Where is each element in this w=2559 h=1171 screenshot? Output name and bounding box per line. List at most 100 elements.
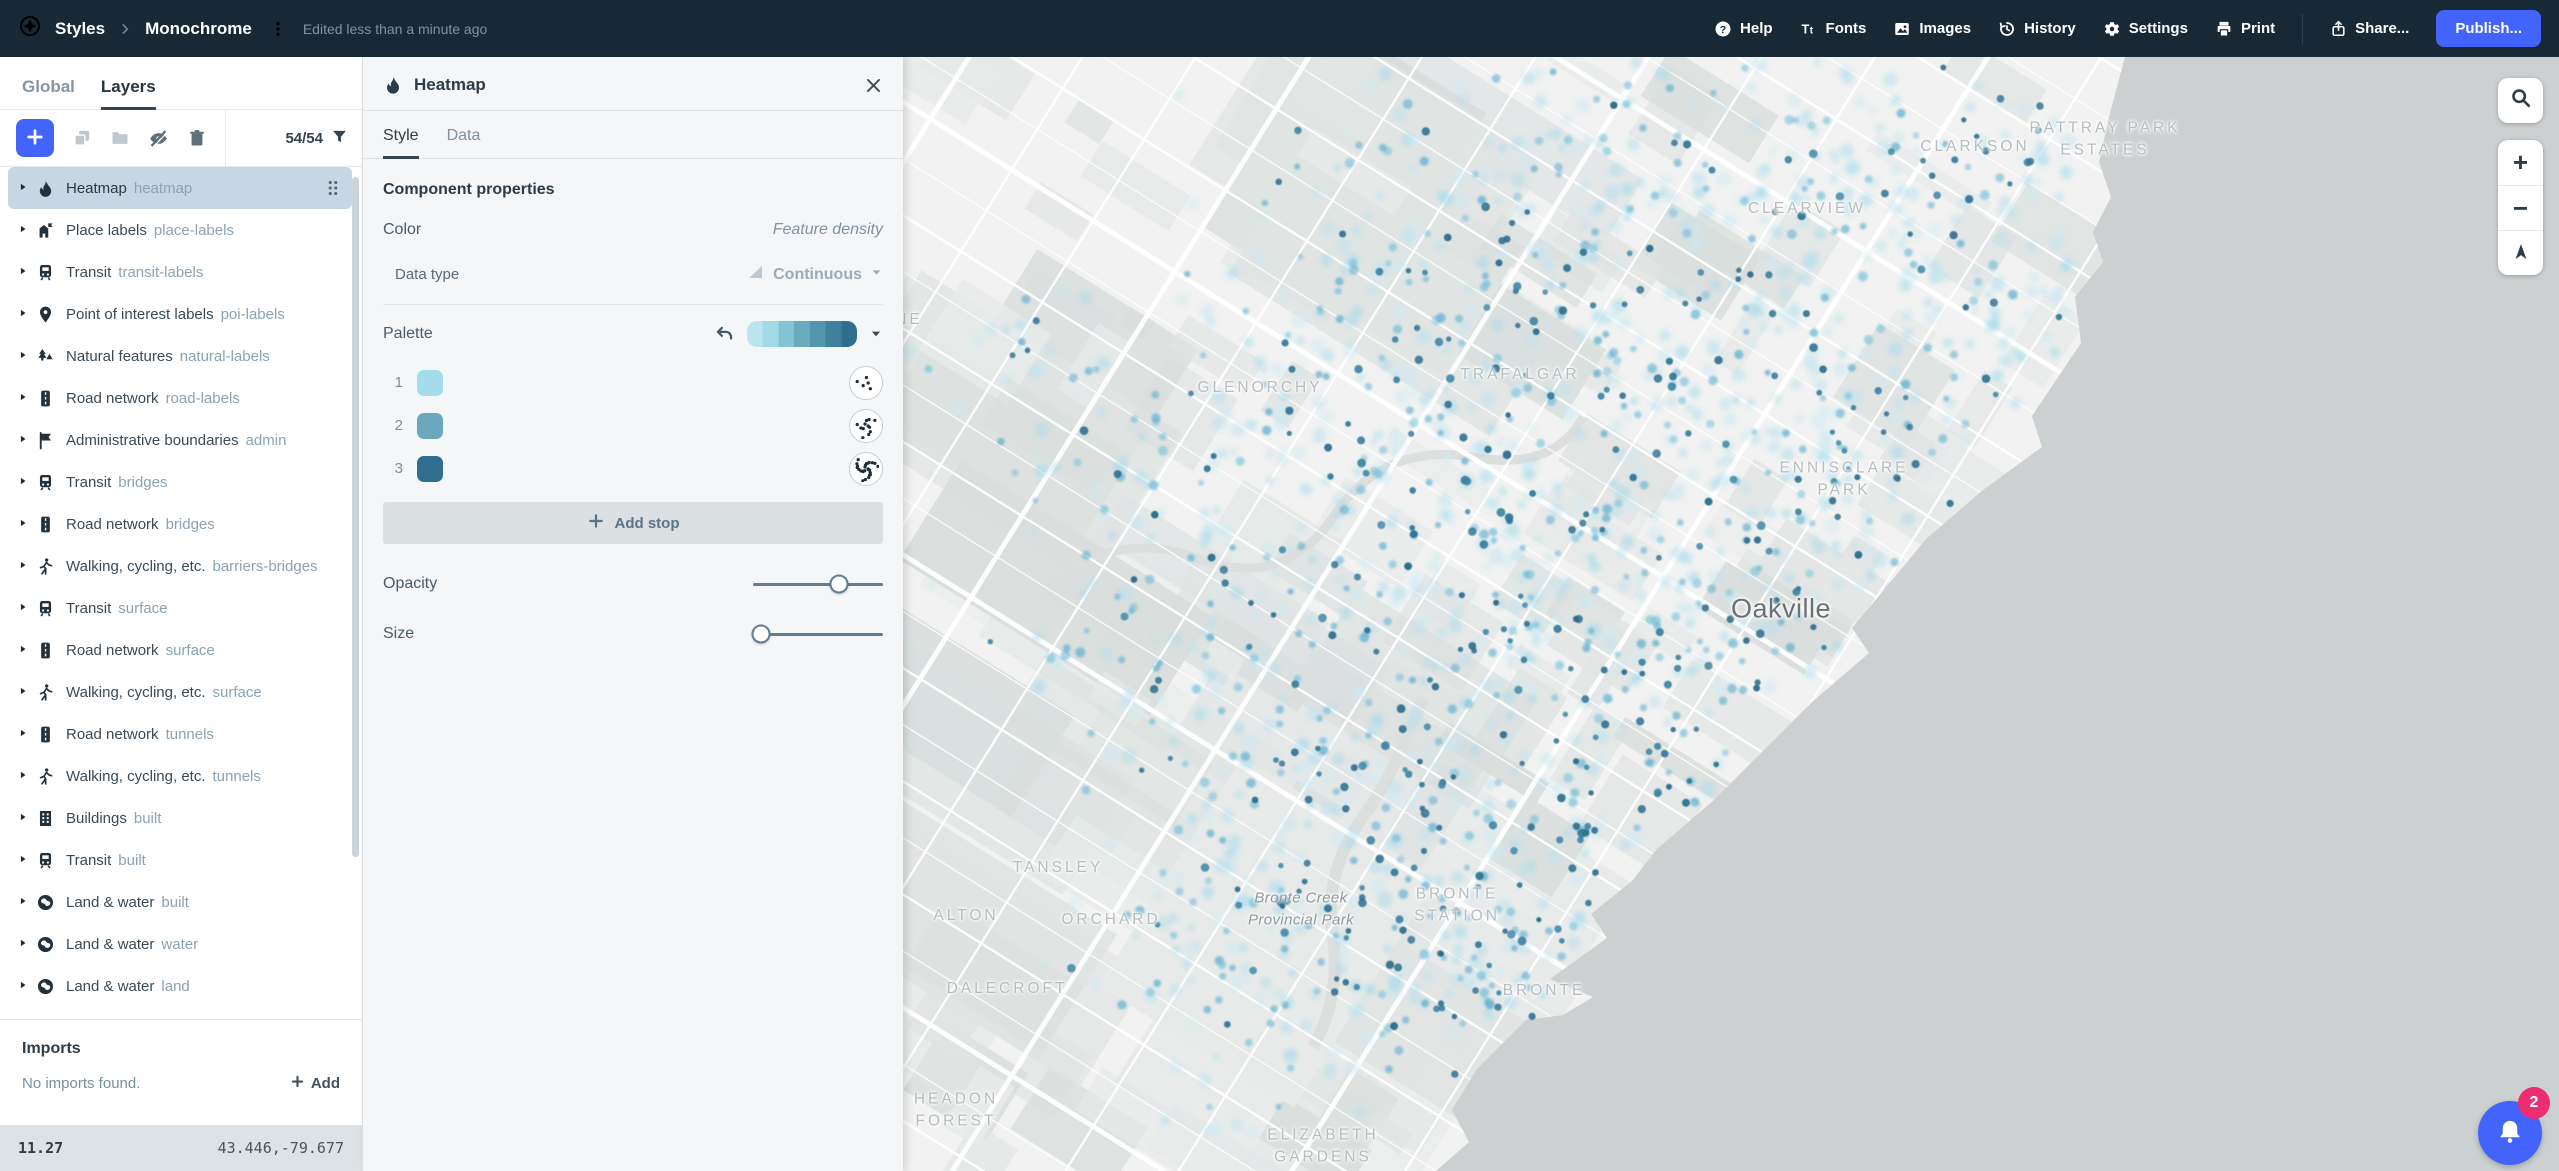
publish-button[interactable]: Publish... bbox=[2436, 10, 2541, 47]
natural-icon bbox=[36, 347, 66, 366]
layer-row-poi-labels[interactable]: Point of interest labelspoi-labels bbox=[8, 293, 352, 335]
zoom-out-button[interactable]: − bbox=[2498, 185, 2543, 230]
expand-caret-icon[interactable] bbox=[18, 896, 36, 909]
globe-icon bbox=[36, 977, 66, 996]
settings-menu-item[interactable]: Settings bbox=[2103, 20, 2188, 38]
tab-style[interactable]: Style bbox=[383, 127, 419, 158]
mapbox-logo-icon[interactable] bbox=[18, 14, 42, 43]
filter-funnel-icon[interactable] bbox=[331, 128, 348, 149]
breadcrumb-styles[interactable]: Styles bbox=[55, 19, 105, 39]
add-layer-button[interactable] bbox=[16, 119, 54, 157]
expand-caret-icon[interactable] bbox=[18, 938, 36, 951]
history-menu-item[interactable]: History bbox=[1998, 20, 2076, 38]
delete-layer-trash-icon[interactable] bbox=[187, 128, 207, 148]
drag-handle-icon[interactable] bbox=[322, 177, 344, 199]
breadcrumb-style-name[interactable]: Monochrome bbox=[145, 19, 252, 39]
stop-color-swatch[interactable] bbox=[417, 370, 443, 396]
layer-row-built[interactable]: Land & waterbuilt bbox=[8, 881, 352, 923]
data-type-dropdown[interactable]: Continuous bbox=[747, 263, 883, 286]
chevron-down-icon bbox=[870, 266, 883, 284]
notifications-bell-button[interactable]: 2 bbox=[2478, 1101, 2542, 1165]
layer-id: surface bbox=[118, 600, 167, 617]
expand-caret-icon[interactable] bbox=[18, 728, 36, 741]
expand-caret-icon[interactable] bbox=[18, 770, 36, 783]
close-icon[interactable] bbox=[864, 76, 883, 95]
layer-row-barriers-bridges[interactable]: Walking, cycling, etc.barriers-bridges bbox=[8, 545, 352, 587]
layer-row-bridges[interactable]: Transitbridges bbox=[8, 461, 352, 503]
expand-caret-icon[interactable] bbox=[18, 602, 36, 615]
group-layers-folder-icon[interactable] bbox=[110, 128, 130, 148]
breadcrumb: Styles Monochrome bbox=[18, 14, 287, 43]
compass-button[interactable] bbox=[2498, 230, 2543, 275]
density-preview-icon[interactable] bbox=[849, 452, 883, 486]
layer-row-tunnels[interactable]: Road networktunnels bbox=[8, 713, 352, 755]
tab-global[interactable]: Global bbox=[22, 77, 75, 109]
panel-title: Heatmap bbox=[414, 75, 853, 95]
layer-row-surface[interactable]: Road networksurface bbox=[8, 629, 352, 671]
expand-caret-icon[interactable] bbox=[18, 392, 36, 405]
layer-row-place-labels[interactable]: Place labelsplace-labels bbox=[8, 209, 352, 251]
layer-row-transit-labels[interactable]: Transittransit-labels bbox=[8, 251, 352, 293]
tab-layers[interactable]: Layers bbox=[101, 77, 156, 109]
expand-caret-icon[interactable] bbox=[18, 518, 36, 531]
add-stop-button[interactable]: Add stop bbox=[383, 502, 883, 544]
layers-sidebar: Global Layers 54/54 HeatmapheatmapPl bbox=[0, 57, 363, 1171]
help-menu-item[interactable]: ?Help bbox=[1714, 20, 1773, 38]
layer-row-road-labels[interactable]: Road networkroad-labels bbox=[8, 377, 352, 419]
stop-color-swatch[interactable] bbox=[417, 456, 443, 482]
map-search-button[interactable] bbox=[2498, 78, 2543, 123]
density-preview-icon[interactable] bbox=[849, 366, 883, 400]
hide-layer-eye-off-icon[interactable] bbox=[148, 128, 169, 149]
layer-name: Heatmap bbox=[66, 180, 127, 197]
layer-row-land[interactable]: Land & waterland bbox=[8, 965, 352, 1007]
expand-caret-icon[interactable] bbox=[18, 644, 36, 657]
images-menu-item[interactable]: Images bbox=[1893, 20, 1971, 38]
layer-row-water[interactable]: Land & waterwater bbox=[8, 923, 352, 965]
opacity-slider-handle[interactable] bbox=[829, 575, 848, 594]
layer-row-tunnels[interactable]: Walking, cycling, etc.tunnels bbox=[8, 755, 352, 797]
size-slider-handle[interactable] bbox=[751, 625, 770, 644]
tab-data[interactable]: Data bbox=[447, 127, 481, 158]
add-import-button[interactable]: Add bbox=[290, 1074, 340, 1093]
layer-row-natural-labels[interactable]: Natural featuresnatural-labels bbox=[8, 335, 352, 377]
layer-row-built[interactable]: Transitbuilt bbox=[8, 839, 352, 881]
expand-caret-icon[interactable] bbox=[18, 434, 36, 447]
layer-row-built[interactable]: Buildingsbuilt bbox=[8, 797, 352, 839]
print-menu-item[interactable]: Print bbox=[2215, 20, 2275, 38]
zoom-in-button[interactable]: + bbox=[2498, 140, 2543, 185]
expand-caret-icon[interactable] bbox=[18, 266, 36, 279]
size-slider[interactable] bbox=[753, 624, 883, 644]
expand-caret-icon[interactable] bbox=[18, 476, 36, 489]
expand-caret-icon[interactable] bbox=[18, 560, 36, 573]
opacity-slider[interactable] bbox=[753, 574, 883, 594]
palette-dropdown-icon[interactable] bbox=[869, 327, 883, 341]
stop-color-swatch[interactable] bbox=[417, 413, 443, 439]
layer-row-surface[interactable]: Transitsurface bbox=[8, 587, 352, 629]
palette-gradient-swatch[interactable] bbox=[747, 321, 857, 347]
style-menu-kebab-icon[interactable] bbox=[269, 20, 287, 38]
expand-caret-icon[interactable] bbox=[18, 224, 36, 237]
layers-scrollbar[interactable] bbox=[352, 177, 359, 857]
layer-row-bridges[interactable]: Road networkbridges bbox=[8, 503, 352, 545]
layer-id: tunnels bbox=[213, 768, 261, 785]
layer-row-heatmap[interactable]: Heatmapheatmap bbox=[8, 167, 352, 209]
expand-caret-icon[interactable] bbox=[18, 854, 36, 867]
layer-row-surface[interactable]: Walking, cycling, etc.surface bbox=[8, 671, 352, 713]
expand-caret-icon[interactable] bbox=[18, 980, 36, 993]
reverse-palette-icon[interactable] bbox=[714, 324, 735, 345]
density-preview-icon[interactable] bbox=[849, 409, 883, 443]
expand-caret-icon[interactable] bbox=[18, 182, 36, 195]
map-canvas[interactable]: NECLARKSONRATTRAY PARKESTATESCLEARVIEWTR… bbox=[903, 57, 2559, 1171]
duplicate-layer-icon[interactable] bbox=[72, 128, 92, 148]
expand-caret-icon[interactable] bbox=[18, 308, 36, 321]
expand-caret-icon[interactable] bbox=[18, 686, 36, 699]
place-icon bbox=[36, 221, 66, 240]
layer-row-admin[interactable]: Administrative boundariesadmin bbox=[8, 419, 352, 461]
zoom-level-value: 11.27 bbox=[18, 1139, 63, 1157]
layer-id: bridges bbox=[118, 474, 167, 491]
expand-caret-icon[interactable] bbox=[18, 350, 36, 363]
expand-caret-icon[interactable] bbox=[18, 812, 36, 825]
fonts-menu-item[interactable]: TtFonts bbox=[1800, 20, 1867, 38]
share-button[interactable]: Share... bbox=[2330, 20, 2409, 37]
color-value[interactable]: Feature density bbox=[773, 221, 883, 239]
